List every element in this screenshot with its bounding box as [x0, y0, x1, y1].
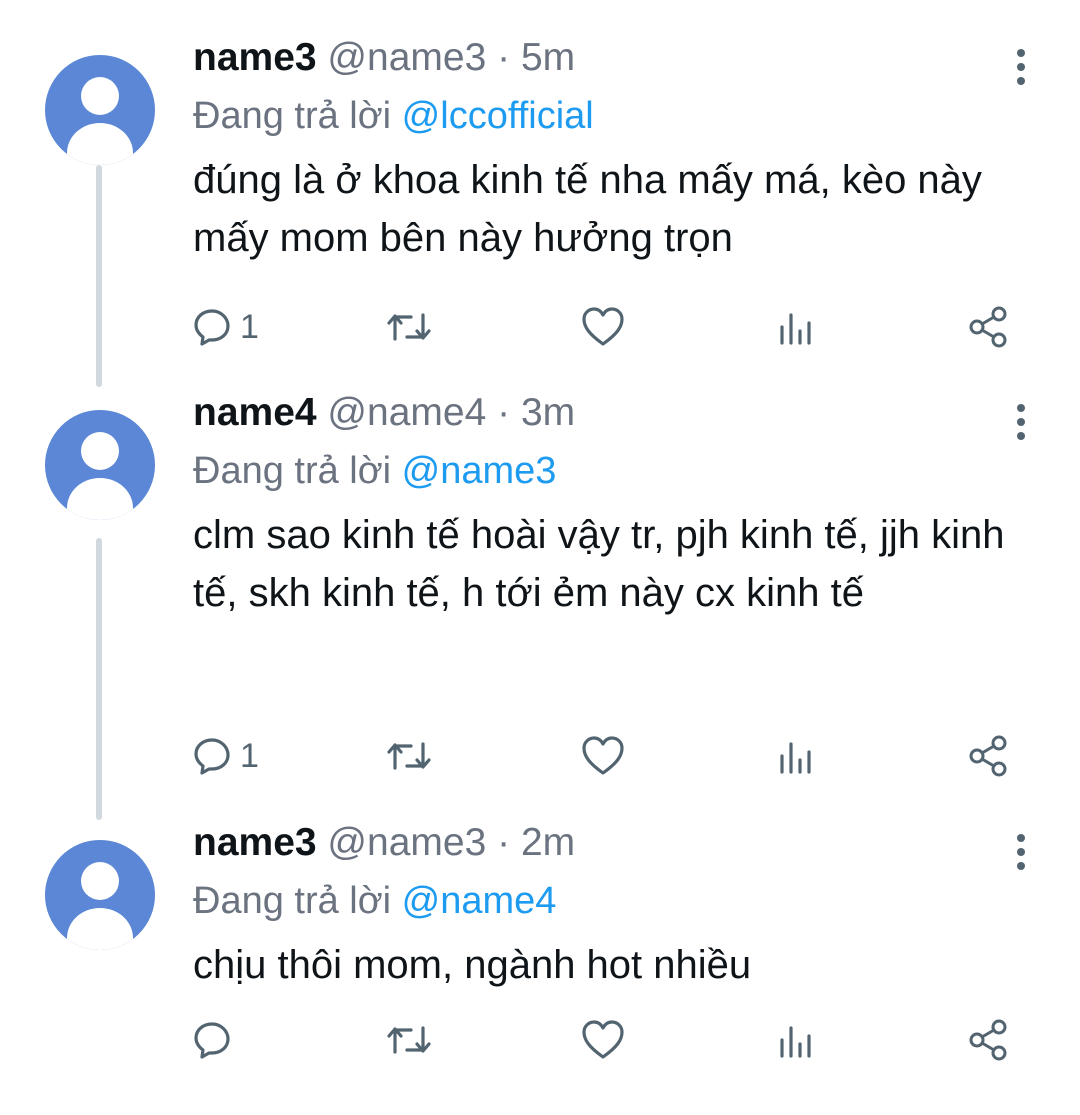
reply-count: 1: [240, 307, 259, 346]
replying-to-label: Đang trả lời: [193, 880, 392, 922]
mention-link[interactable]: @name4: [402, 880, 557, 922]
more-vertical-icon[interactable]: [1006, 822, 1036, 882]
reply-button[interactable]: 1: [190, 297, 259, 357]
tweet-header: name3 @name3 · 5m: [193, 33, 575, 83]
more-vertical-icon[interactable]: [1006, 392, 1036, 452]
user-handle[interactable]: @name3: [327, 36, 486, 79]
separator: ·: [497, 391, 511, 434]
tweet-header: name4 @name4 · 3m: [193, 388, 575, 438]
display-name[interactable]: name4: [193, 391, 317, 434]
user-handle[interactable]: @name4: [327, 391, 486, 434]
heart-icon: [582, 307, 624, 346]
views-button[interactable]: [776, 726, 816, 786]
analytics-icon: [780, 742, 811, 774]
retweet-icon: [387, 313, 431, 341]
replying-to: Đang trả lời @name3: [193, 446, 556, 496]
share-button[interactable]: [965, 1010, 1011, 1070]
replying-to: Đang trả lời @lccofficial: [193, 91, 594, 141]
replying-to-label: Đang trả lời: [193, 95, 392, 137]
tweet-text: clm sao kinh tế hoài vậy tr, pjh kinh tế…: [193, 513, 1005, 615]
views-button[interactable]: [776, 297, 816, 357]
reply-icon: [194, 309, 230, 346]
like-button[interactable]: [580, 726, 626, 786]
like-button[interactable]: [580, 297, 626, 357]
avatar[interactable]: [45, 410, 155, 520]
reply-button[interactable]: [190, 1010, 240, 1070]
replying-to-label: Đang trả lời: [193, 450, 392, 492]
display-name[interactable]: name3: [193, 36, 317, 79]
heart-icon: [582, 1020, 624, 1059]
share-button[interactable]: [965, 297, 1011, 357]
share-icon: [969, 1019, 1007, 1061]
action-bar: 1: [0, 297, 1080, 357]
retweet-button[interactable]: [385, 1010, 433, 1070]
reply-icon: [194, 738, 230, 775]
replying-to: Đang trả lời @name4: [193, 876, 556, 926]
retweet-icon: [387, 1026, 431, 1054]
share-icon: [969, 306, 1007, 348]
display-name[interactable]: name3: [193, 821, 317, 864]
action-bar: 1: [0, 726, 1080, 786]
share-button[interactable]: [965, 726, 1011, 786]
reply-count: 1: [240, 736, 259, 775]
analytics-icon: [780, 313, 811, 345]
tweet-header: name3 @name3 · 2m: [193, 818, 575, 868]
user-handle[interactable]: @name3: [327, 821, 486, 864]
retweet-button[interactable]: [385, 726, 433, 786]
avatar[interactable]: [45, 840, 155, 950]
views-button[interactable]: [776, 1010, 816, 1070]
separator: ·: [497, 36, 511, 79]
tweet-text: đúng là ở khoa kinh tế nha mấy má, kèo n…: [193, 158, 982, 260]
reply-icon: [194, 1022, 230, 1059]
like-button[interactable]: [580, 1010, 626, 1070]
separator: ·: [497, 821, 511, 864]
heart-icon: [582, 736, 624, 775]
timestamp[interactable]: 5m: [521, 36, 575, 79]
analytics-icon: [780, 1026, 811, 1058]
timestamp[interactable]: 3m: [521, 391, 575, 434]
retweet-icon: [387, 742, 431, 770]
share-icon: [969, 735, 1007, 777]
mention-link[interactable]: @lccofficial: [402, 95, 594, 137]
retweet-button[interactable]: [385, 297, 433, 357]
tweet-text: chịu thôi mom, ngành hot nhiều: [193, 943, 752, 987]
mention-link[interactable]: @name3: [402, 450, 557, 492]
more-vertical-icon[interactable]: [1006, 37, 1036, 97]
reply-button[interactable]: 1: [190, 726, 259, 786]
avatar[interactable]: [45, 55, 155, 165]
timestamp[interactable]: 2m: [521, 821, 575, 864]
action-bar: [0, 1010, 1080, 1070]
